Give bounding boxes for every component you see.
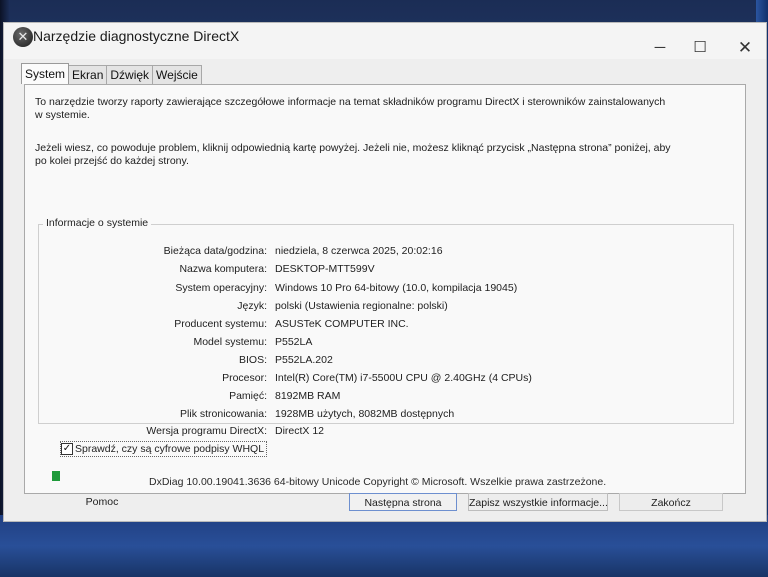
whql-checkbox-label[interactable]: Sprawdź, czy są cyfrowe podpisy WHQL — [75, 443, 264, 455]
info-row-page-file: Plik stronicowania: 1928MB użytych, 8082… — [25, 408, 747, 422]
tab-input[interactable]: Wejście — [152, 65, 202, 84]
info-label: Język: — [237, 300, 267, 312]
info-value: 1928MB użytych, 8082MB dostępnych — [275, 408, 455, 420]
info-row-computer-name: Nazwa komputera: DESKTOP-MTT599V — [25, 263, 747, 277]
info-value: P552LA.202 — [275, 354, 333, 366]
whql-checkbox-row[interactable]: ✓ Sprawdź, czy są cyfrowe podpisy WHQL — [60, 441, 268, 457]
save-all-info-button[interactable]: Zapisz wszystkie informacje... — [468, 493, 608, 511]
info-row-processor: Procesor: Intel(R) Core(TM) i7-5500U CPU… — [25, 372, 747, 386]
info-label: Producent systemu: — [174, 318, 267, 330]
title-bar[interactable]: ✕ Narzędzie diagnostyczne DirectX ─ ☐ ✕ — [4, 23, 766, 59]
info-label: Bieżąca data/godzina: — [163, 245, 267, 257]
progress-indicator — [52, 471, 60, 481]
dxdiag-window: ✕ Narzędzie diagnostyczne DirectX ─ ☐ ✕ … — [3, 22, 767, 522]
info-row-model: Model systemu: P552LA — [25, 336, 747, 350]
tab-sound[interactable]: Dźwięk — [106, 65, 154, 84]
info-label: Pamięć: — [229, 390, 267, 402]
info-row-bios: BIOS: P552LA.202 — [25, 354, 747, 368]
window-title: Narzędzie diagnostyczne DirectX — [33, 28, 240, 44]
info-value: polski (Ustawienia regionalne: polski) — [275, 300, 448, 312]
close-button[interactable]: ✕ — [725, 38, 765, 58]
info-row-directx-version: Wersja programu DirectX: DirectX 12 — [25, 425, 747, 439]
info-label: Plik stronicowania: — [180, 408, 267, 420]
help-button[interactable]: Pomoc — [52, 493, 152, 511]
info-value: 8192MB RAM — [275, 390, 341, 402]
tab-system[interactable]: System — [21, 63, 70, 84]
info-label: Procesor: — [222, 372, 267, 384]
whql-checkbox[interactable]: ✓ — [61, 443, 73, 455]
info-label: System operacyjny: — [175, 282, 267, 294]
desktop-background-bottom — [0, 515, 768, 577]
info-row-datetime: Bieżąca data/godzina: niedziela, 8 czerw… — [25, 245, 747, 259]
intro-paragraph-2: Jeżeli wiesz, co powoduje problem, klikn… — [35, 142, 671, 167]
info-value: DirectX 12 — [275, 425, 325, 437]
system-info-group-label: Informacje o systemie — [43, 217, 152, 229]
info-value: niedziela, 8 czerwca 2025, 20:02:16 — [275, 245, 443, 257]
info-label: Wersja programu DirectX: — [146, 425, 267, 437]
tab-display[interactable]: Ekran — [68, 65, 108, 84]
exit-button[interactable]: Zakończ — [619, 493, 723, 511]
info-row-os: System operacyjny: Windows 10 Pro 64-bit… — [25, 282, 747, 296]
info-label: Nazwa komputera: — [179, 263, 267, 275]
tab-strip: System Ekran Dźwięk Wejście — [21, 63, 202, 85]
info-label: BIOS: — [238, 354, 267, 366]
copyright-text: DxDiag 10.00.19041.3636 64-bitowy Unicod… — [149, 476, 607, 488]
minimize-button[interactable]: ─ — [640, 38, 680, 58]
maximize-button[interactable]: ☐ — [680, 38, 720, 58]
info-row-memory: Pamięć: 8192MB RAM — [25, 390, 747, 404]
info-value: P552LA — [275, 336, 313, 348]
info-row-language: Język: polski (Ustawienia regionalne: po… — [25, 300, 747, 314]
system-tab-panel: To narzędzie tworzy raporty zawierające … — [24, 84, 746, 494]
info-value: Intel(R) Core(TM) i7-5500U CPU @ 2.40GHz… — [275, 372, 532, 384]
info-row-manufacturer: Producent systemu: ASUSTeK COMPUTER INC. — [25, 318, 747, 332]
info-value: ASUSTeK COMPUTER INC. — [275, 318, 409, 330]
info-label: Model systemu: — [193, 336, 267, 348]
next-page-button[interactable]: Następna strona — [349, 493, 457, 511]
info-value: DESKTOP-MTT599V — [275, 263, 375, 275]
intro-paragraph-1: To narzędzie tworzy raporty zawierające … — [35, 96, 666, 121]
info-value: Windows 10 Pro 64-bitowy (10.0, kompilac… — [275, 282, 518, 294]
directx-icon: ✕ — [13, 27, 33, 47]
